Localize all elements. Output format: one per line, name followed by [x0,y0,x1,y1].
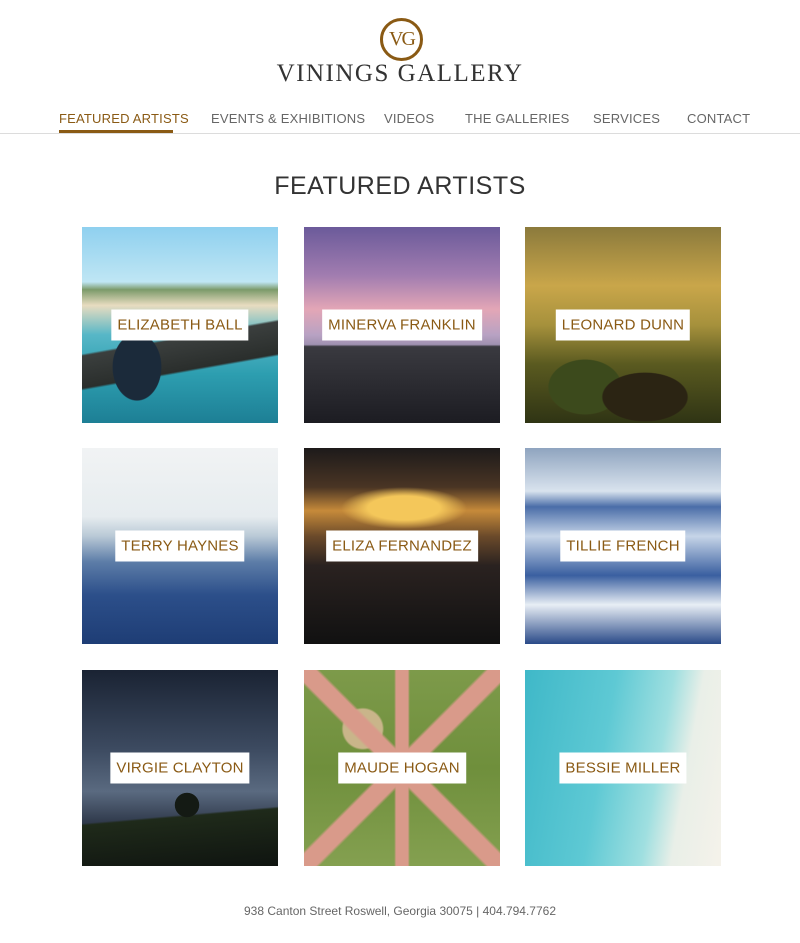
logo-wordmark[interactable]: VININGS GALLERY [0,60,800,88]
artist-name-label: BESSIE MILLER [559,752,687,784]
artist-tile-maude-hogan[interactable]: MAUDE HOGAN [304,670,500,866]
site-header: VG VININGS GALLERY [0,0,800,100]
nav-item-events-exhibitions[interactable]: EVENTS & EXHIBITIONS [211,111,365,126]
page-title: FEATURED ARTISTS [274,172,526,200]
nav-item-services[interactable]: SERVICES [593,111,660,126]
artist-tile-tillie-french[interactable]: TILLIE FRENCH [525,448,721,644]
footer-address: 938 Canton Street Roswell, Georgia 30075… [244,904,556,918]
artist-name-label: MAUDE HOGAN [338,752,466,784]
logo-monogram-text: VG [389,28,416,50]
nav-active-indicator [59,130,173,133]
nav-item-videos[interactable]: VIDEOS [384,111,434,126]
logo-monogram[interactable]: VG [380,18,423,61]
artist-name-label: ELIZABETH BALL [111,309,249,341]
main-nav: FEATURED ARTISTS EVENTS & EXHIBITIONS VI… [0,100,800,134]
artist-name-label: ELIZA FERNANDEZ [326,530,478,562]
artist-tile-minerva-franklin[interactable]: MINERVA FRANKLIN [304,227,500,423]
artist-tile-bessie-miller[interactable]: BESSIE MILLER [525,670,721,866]
artist-tile-virgie-clayton[interactable]: VIRGIE CLAYTON [82,670,278,866]
artist-name-label: TILLIE FRENCH [560,530,686,562]
artist-name-label: LEONARD DUNN [555,309,691,341]
nav-item-featured-artists[interactable]: FEATURED ARTISTS [59,111,189,126]
artist-name-label: MINERVA FRANKLIN [322,309,482,341]
artist-name-label: VIRGIE CLAYTON [110,752,250,784]
artist-name-label: TERRY HAYNES [115,530,245,562]
nav-item-the-galleries[interactable]: THE GALLERIES [465,111,569,126]
artist-tile-terry-haynes[interactable]: TERRY HAYNES [82,448,278,644]
artist-tile-leonard-dunn[interactable]: LEONARD DUNN [525,227,721,423]
artist-tile-elizabeth-ball[interactable]: ELIZABETH BALL [82,227,278,423]
nav-item-contact[interactable]: CONTACT [687,111,750,126]
artist-tile-eliza-fernandez[interactable]: ELIZA FERNANDEZ [304,448,500,644]
